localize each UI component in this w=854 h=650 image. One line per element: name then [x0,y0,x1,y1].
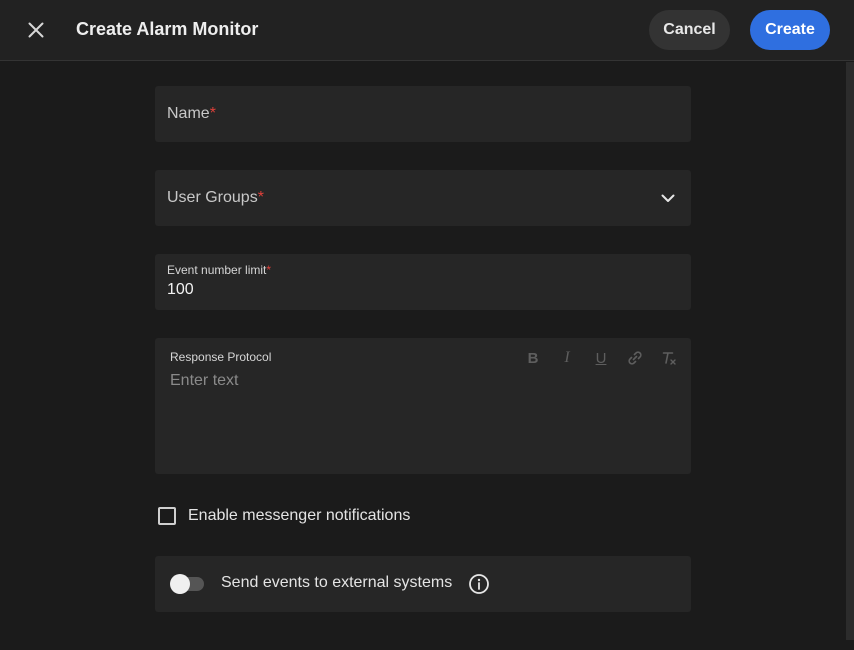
dialog-title: Create Alarm Monitor [76,19,259,39]
bold-icon[interactable]: B [521,348,545,368]
chevron-down-icon[interactable] [659,189,677,207]
event-limit-field[interactable]: Event number limit* 100 [155,254,691,310]
close-icon [28,22,44,38]
toggle-thumb [170,574,190,594]
external-systems-label: Send events to external systems [221,574,453,591]
required-mark: * [257,189,264,206]
dialog-header: Create Alarm Monitor Cancel Create [0,0,854,61]
name-label: Name* [167,105,216,122]
event-limit-value[interactable]: 100 [167,281,194,299]
underline-icon[interactable]: U [589,348,613,368]
name-field[interactable]: Name* [155,86,691,142]
link-icon[interactable] [623,348,647,368]
response-protocol-editor[interactable]: Response Protocol Enter text B I U [155,338,691,474]
cancel-button[interactable]: Cancel [649,10,730,50]
required-mark: * [209,105,216,122]
external-systems-toggle[interactable] [170,574,206,594]
user-groups-label: User Groups* [167,189,264,206]
info-icon[interactable] [468,573,490,595]
create-button[interactable]: Create [750,10,830,50]
format-toolbar: B I U [521,348,681,368]
event-limit-label: Event number limit* [167,263,272,277]
clear-format-glyph [662,352,676,365]
scrollbar[interactable] [846,62,854,640]
required-mark: * [266,263,272,277]
italic-icon[interactable]: I [555,348,579,368]
response-protocol-input[interactable]: Enter text [170,372,238,390]
close-button[interactable] [22,16,50,44]
messenger-checkbox[interactable] [158,507,176,525]
link-glyph [628,351,642,365]
messenger-checkbox-label: Enable messenger notifications [188,507,411,524]
clear-format-icon[interactable] [657,348,681,368]
messenger-notifications-option[interactable]: Enable messenger notifications [158,507,410,525]
response-protocol-label: Response Protocol [170,350,272,364]
user-groups-select[interactable]: User Groups* [155,170,691,226]
external-systems-section: Send events to external systems [155,556,691,612]
